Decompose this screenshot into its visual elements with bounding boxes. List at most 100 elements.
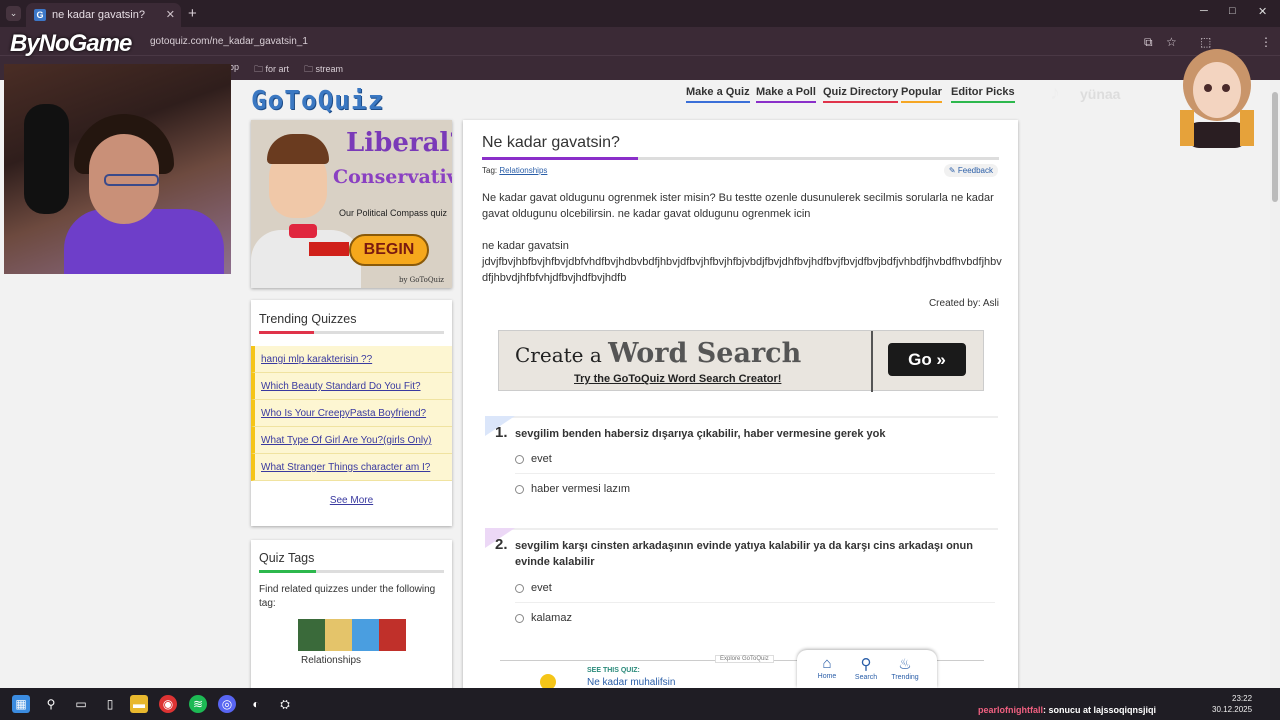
quiz-description-2: ne kadar gavatsin jdvjfbvjhbfbvjhfbvjdbf… [482, 238, 1002, 286]
nav-popular[interactable]: Popular [901, 86, 942, 103]
microphone-arm [24, 104, 69, 214]
answer-label: evet [531, 453, 552, 465]
tab-title: ne kadar gavatsin? [52, 9, 145, 21]
ad-create-prefix: Create a [515, 343, 602, 367]
bottom-nav: ⌂ Home ⚲ Search ♨ Trending [797, 650, 937, 688]
see-this-quiz-label: SEE THIS QUIZ: [587, 667, 640, 674]
browser-tab[interactable]: G ne kadar gavatsin? ✕ [26, 3, 181, 27]
clock-date: 30.12.2025 [1212, 705, 1253, 714]
flame-icon: ♨ [898, 656, 912, 673]
chat-message: : sonucu at lajssoqiqnsjiqi [1043, 705, 1157, 715]
bookmark-for-art[interactable]: 🗀 for art [254, 62, 289, 78]
ad-word-search-text: Word Search [608, 338, 802, 369]
system-clock[interactable]: 23:22 30.12.2025 [1212, 693, 1252, 715]
site-favicon-icon: G [34, 9, 46, 21]
close-window-button[interactable]: ✕ [1258, 5, 1267, 18]
nav-quiz-directory[interactable]: Quiz Directory [823, 86, 899, 103]
trending-item[interactable]: What Type Of Girl Are You?(girls Only) [251, 427, 452, 454]
ad-create-text: Create a Word Search [515, 338, 801, 369]
nav-trending[interactable]: ♨ Trending [885, 655, 925, 681]
nav-editor-picks[interactable]: Editor Picks [951, 86, 1015, 103]
radio-button[interactable] [515, 454, 524, 464]
file-explorer-icon[interactable]: ▬ [130, 695, 148, 713]
feedback-button[interactable]: ✎ Feedback [943, 164, 998, 177]
trending-item[interactable]: Who Is Your CreepyPasta Boyfriend? [251, 400, 452, 427]
bynogame-overlay-logo: ByNoGame [10, 30, 132, 57]
bookmark-label: stream [315, 64, 344, 74]
quiz-main-card: Ne kadar gavatsin? Tag: Relationships ✎ … [463, 120, 1018, 690]
created-by: Created by: Asli [928, 298, 999, 309]
notepad-icon[interactable]: ▯ [101, 695, 119, 713]
question-text: sevgilim karşı cinsten arkadaşının evind… [515, 540, 973, 568]
tab-search-icon[interactable]: ⌄ [6, 6, 21, 21]
steam-icon[interactable]: ⛭ [276, 695, 294, 713]
answer-option[interactable]: evet [515, 453, 995, 465]
quiz-tags-title: Quiz Tags [259, 551, 315, 565]
trending-item[interactable]: hangi mlp karakterisin ?? [251, 346, 452, 373]
bookmark-stream[interactable]: 🗀 stream [304, 62, 343, 78]
chat-overlay: pearlofnightfall: sonucu at lajssoqiqnsj… [978, 705, 1156, 715]
ad-subtitle: Our Political Compass quiz [339, 208, 448, 218]
home-icon: ⌂ [822, 655, 832, 672]
ad-word-search-link[interactable]: Try the GoToQuiz Word Search Creator! [574, 373, 781, 385]
explore-label: Explore GoToQuiz [715, 655, 774, 663]
title-underline [482, 157, 999, 160]
radio-button[interactable] [515, 583, 524, 593]
suggested-quiz-link[interactable]: Ne kadar muhalifsin [587, 677, 675, 688]
search-icon[interactable]: ⚲ [42, 695, 60, 713]
start-menu-icon[interactable]: ▦ [12, 695, 30, 713]
nav-make-a-poll[interactable]: Make a Poll [756, 86, 816, 103]
streamer-shirt [64, 209, 224, 274]
obs-icon[interactable]: ◐ [247, 695, 265, 713]
chat-username: pearlofnightfall [978, 705, 1043, 715]
nav-trending-label: Trending [891, 674, 919, 681]
trending-underline [259, 331, 444, 334]
tag-label[interactable]: Relationships [301, 655, 444, 666]
radio-button[interactable] [515, 613, 524, 623]
task-view-icon[interactable]: ▭ [72, 695, 90, 713]
ad-go-button[interactable]: Go » [888, 343, 966, 376]
discord-icon[interactable]: ◎ [218, 695, 236, 713]
quiz-tags-underline [259, 570, 444, 573]
nav-search[interactable]: ⚲ Search [846, 655, 886, 681]
gotoquiz-logo[interactable]: GoToQuiz [251, 86, 384, 116]
answer-label: kalamaz [531, 612, 572, 624]
quiz-tag-link[interactable]: Relationships [499, 166, 547, 175]
option-divider [515, 473, 995, 474]
trending-item[interactable]: What Stranger Things character am I? [251, 454, 452, 481]
search-icon: ⚲ [860, 656, 872, 673]
trending-title: Trending Quizzes [259, 312, 357, 326]
quiz-title: Ne kadar gavatsin? [482, 134, 620, 151]
ad-divider [871, 331, 873, 392]
page-scrollbar[interactable] [1270, 80, 1280, 688]
spotify-icon[interactable]: ≋ [189, 695, 207, 713]
answer-option[interactable]: evet [515, 582, 995, 594]
radio-button[interactable] [515, 484, 524, 494]
streamer-glasses [104, 174, 159, 186]
nav-home[interactable]: ⌂ Home [807, 655, 847, 680]
nav-make-a-quiz[interactable]: Make a Quiz [686, 86, 750, 103]
question-text: sevgilim benden habersiz dışarıya çıkabi… [515, 428, 886, 440]
answer-label: evet [531, 582, 552, 594]
translate-icon[interactable]: ⧉ [1144, 35, 1153, 50]
address-bar[interactable]: gotoquiz.com/ne_kadar_gavatsin_1 [150, 36, 308, 47]
tag-thumbnail[interactable] [298, 619, 406, 651]
word-search-ad[interactable]: Create a Word Search Try the GoToQuiz Wo… [498, 330, 984, 392]
maximize-button[interactable]: □ [1229, 5, 1236, 17]
see-more-link[interactable]: See More [330, 495, 373, 506]
answer-option[interactable]: kalamaz [515, 612, 995, 624]
answer-option[interactable]: haber vermesi lazım [515, 483, 995, 495]
new-tab-button[interactable]: + [188, 5, 197, 22]
scrollbar-thumb[interactable] [1272, 92, 1278, 202]
chrome-icon[interactable]: ◉ [159, 695, 177, 713]
trending-item[interactable]: Which Beauty Standard Do You Fit? [251, 373, 452, 400]
close-tab-icon[interactable]: ✕ [166, 8, 175, 21]
clock-time: 23:22 [1232, 694, 1253, 703]
question-number: 2. [495, 536, 508, 553]
description-2-body: jdvjfbvjhbfbvjhfbvjdbfvhdfbvjhdbvbdfjhbv… [482, 256, 1002, 284]
minimize-button[interactable]: ─ [1200, 5, 1208, 17]
question-divider [485, 528, 998, 530]
question-number: 1. [495, 424, 508, 441]
political-compass-ad[interactable]: Liberal? Conservative? Our Political Com… [251, 120, 452, 288]
ad-begin-button[interactable]: BEGIN [349, 234, 429, 266]
